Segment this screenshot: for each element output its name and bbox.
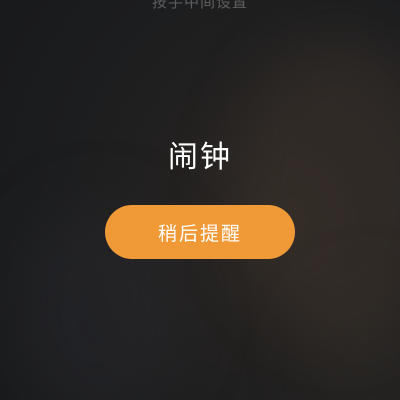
top-hint-text: 按手中间设置 <box>151 0 248 11</box>
snooze-button[interactable]: 稍后提醒 <box>105 205 295 259</box>
background-blur <box>230 40 400 340</box>
alarm-title: 闹钟 <box>168 140 232 175</box>
alarm-screen: 按手中间设置 闹钟 稍后提醒 <box>0 0 400 400</box>
background-blur <box>300 280 400 400</box>
